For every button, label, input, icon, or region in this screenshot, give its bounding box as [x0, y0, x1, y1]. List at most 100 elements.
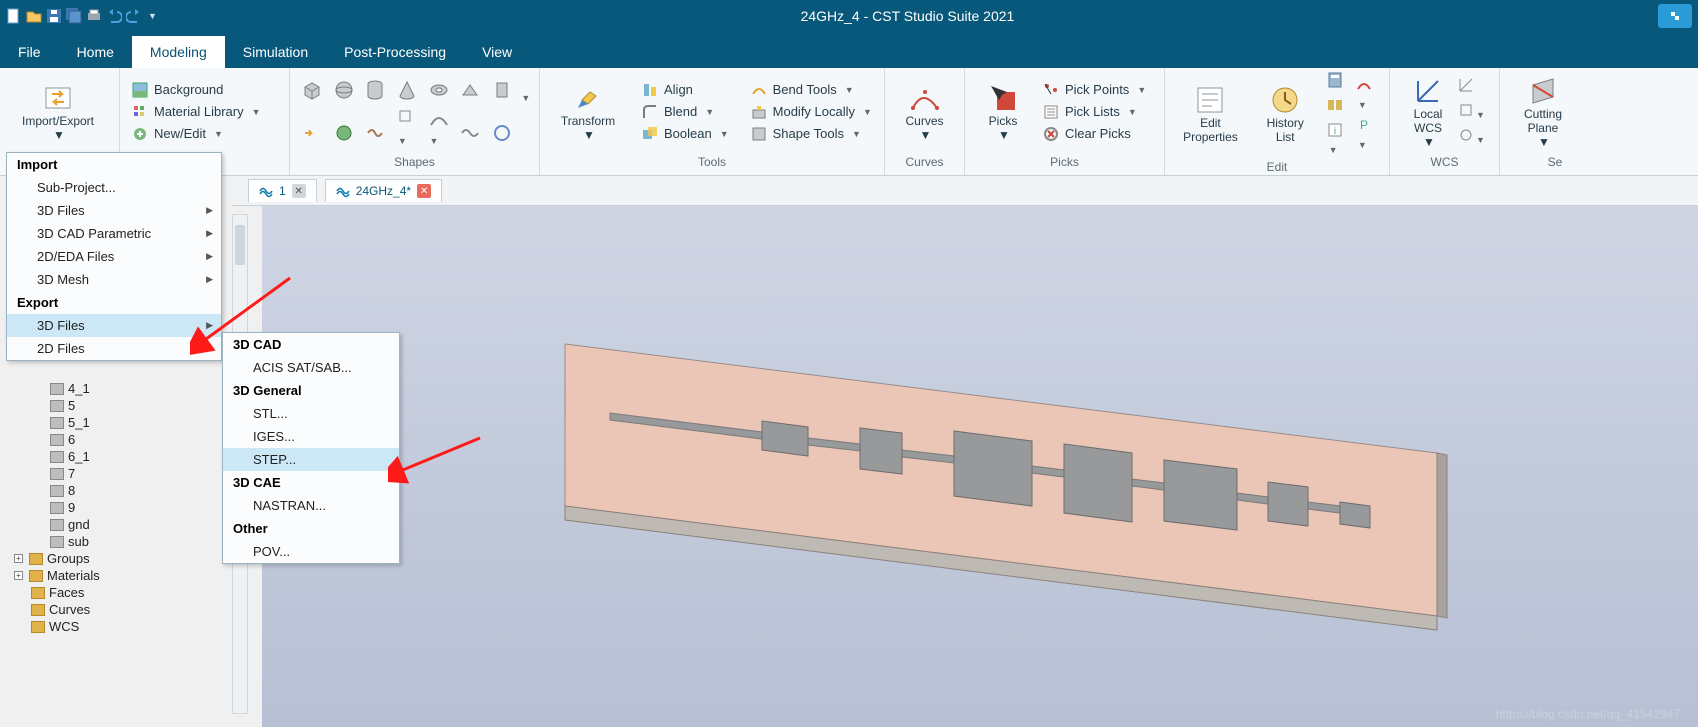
pick-points-button[interactable]: Pick Points▼ — [1039, 79, 1150, 101]
import-export-button[interactable]: Import/Export▼ — [8, 82, 108, 142]
tool-circle-icon[interactable] — [491, 122, 513, 144]
qat-dropdown-icon[interactable]: ▼ — [148, 11, 157, 21]
menu-item-iges[interactable]: IGES... — [223, 425, 399, 448]
transform-button[interactable]: Transform▼ — [548, 82, 628, 142]
shape-sphere-icon[interactable] — [333, 79, 355, 101]
menu-item-3d-mesh[interactable]: 3D Mesh▶ — [7, 268, 221, 291]
pick-lists-button[interactable]: Pick Lists▼ — [1039, 101, 1150, 123]
align-button[interactable]: Align — [638, 79, 733, 101]
parametric-icon[interactable]: P▼ — [1356, 117, 1381, 151]
tree-item[interactable]: 4_1 — [10, 380, 230, 397]
new-edit-button[interactable]: New/Edit▼ — [128, 123, 281, 145]
tab-home[interactable]: Home — [59, 36, 132, 68]
chevron-down-icon[interactable]: ▼ — [521, 93, 530, 103]
menu-item-export-3d-files[interactable]: 3D Files▶ — [7, 314, 221, 337]
open-file-icon[interactable] — [26, 8, 42, 24]
menu-item-2d-eda-files[interactable]: 2D/EDA Files▶ — [7, 245, 221, 268]
tree-item[interactable]: +Groups — [10, 550, 230, 567]
redo-icon[interactable] — [126, 8, 142, 24]
menu-item-stl[interactable]: STL... — [223, 402, 399, 425]
tool-dropdown1-icon[interactable]: ▼ — [396, 107, 418, 129]
tree-item[interactable]: WCS — [10, 618, 230, 635]
local-wcs-button[interactable]: Local WCS▼ — [1398, 75, 1458, 149]
bend-tools-button[interactable]: Bend Tools▼ — [747, 79, 876, 101]
info-icon[interactable]: i▼ — [1327, 122, 1352, 156]
clear-picks-button[interactable]: Clear Picks — [1039, 123, 1150, 145]
boolean-button[interactable]: Boolean▼ — [638, 123, 733, 145]
tree-item[interactable]: 6 — [10, 431, 230, 448]
tool-wire2-icon[interactable] — [459, 122, 481, 144]
menu-item-3d-cad-parametric[interactable]: 3D CAD Parametric▶ — [7, 222, 221, 245]
expand-icon[interactable]: + — [14, 554, 23, 563]
save-all-icon[interactable] — [66, 8, 82, 24]
doc-tab-2[interactable]: 24GHz_4* ✕ — [325, 179, 442, 202]
close-icon[interactable]: ✕ — [417, 184, 431, 198]
expand-icon[interactable]: + — [14, 571, 23, 580]
close-icon[interactable]: ✕ — [292, 184, 306, 198]
tree-item[interactable]: 5_1 — [10, 414, 230, 431]
menu-item-sub-project[interactable]: Sub-Project... — [7, 176, 221, 199]
parameters-icon[interactable] — [1327, 97, 1352, 116]
tree-item[interactable]: 5 — [10, 397, 230, 414]
tree-item[interactable]: Faces — [10, 584, 230, 601]
curves-button[interactable]: Curves▼ — [893, 82, 956, 142]
shape-cylinder-icon[interactable] — [364, 79, 386, 101]
menu-item-export-2d-files[interactable]: 2D Files▶ — [7, 337, 221, 360]
edit-properties-icon — [1194, 84, 1226, 116]
tree-item[interactable]: gnd — [10, 516, 230, 533]
wcs-fix-icon[interactable]: ▼ — [1458, 127, 1485, 146]
new-file-icon[interactable] — [6, 8, 22, 24]
menu-item-step[interactable]: STEP... — [223, 448, 399, 471]
tab-view[interactable]: View — [464, 36, 530, 68]
save-icon[interactable] — [46, 8, 62, 24]
shape-torus-icon[interactable] — [428, 79, 450, 101]
menu-item-pov[interactable]: POV... — [223, 540, 399, 563]
tree-item[interactable]: 6_1 — [10, 448, 230, 465]
bend-icon — [751, 82, 767, 98]
wcs-align-icon[interactable] — [1458, 77, 1485, 96]
cutting-plane-button[interactable]: Cutting Plane▼ — [1508, 75, 1578, 149]
cube-icon — [50, 400, 64, 412]
tab-post-processing[interactable]: Post-Processing — [326, 36, 464, 68]
tool-wire-icon[interactable] — [364, 122, 386, 144]
undo-icon[interactable] — [106, 8, 122, 24]
edit-properties-button[interactable]: Edit Properties — [1173, 84, 1248, 144]
tab-modeling[interactable]: Modeling — [132, 36, 225, 68]
navigation-tree[interactable]: 4_1 5 5_1 6 6_1 7 8 9 gnd sub +Groups +M… — [10, 380, 230, 635]
calculator-icon[interactable] — [1327, 72, 1352, 91]
tree-item[interactable]: 8 — [10, 482, 230, 499]
tree-item[interactable]: +Materials — [10, 567, 230, 584]
shape-rotate-icon[interactable] — [491, 79, 513, 101]
tool-bend-icon[interactable] — [301, 122, 323, 144]
blend-button[interactable]: Blend▼ — [638, 101, 733, 123]
shape-cone-icon[interactable] — [396, 79, 418, 101]
modify-locally-button[interactable]: Modify Locally▼ — [747, 101, 876, 123]
picks-button[interactable]: Picks▼ — [973, 82, 1033, 142]
cube-icon — [50, 468, 64, 480]
folder-icon — [29, 553, 43, 565]
tree-item[interactable]: 7 — [10, 465, 230, 482]
tool-pick-icon[interactable] — [333, 122, 355, 144]
wcs-transform-icon[interactable]: ▼ — [1458, 102, 1485, 121]
background-button[interactable]: Background — [128, 79, 281, 101]
modify-icon — [751, 104, 767, 120]
doc-tab-1[interactable]: 1 ✕ — [248, 179, 317, 202]
tool-spline-icon[interactable]: ▼ — [428, 107, 450, 129]
wave-icon — [336, 184, 350, 198]
folder-icon — [29, 570, 43, 582]
shape-extrude-icon[interactable] — [459, 79, 481, 101]
tree-item[interactable]: 9 — [10, 499, 230, 516]
material-library-button[interactable]: Material Library▼ — [128, 101, 281, 123]
tab-file[interactable]: File — [0, 36, 59, 68]
curve-tool-icon[interactable]: ▼ — [1356, 77, 1381, 111]
app-badge-icon[interactable] — [1658, 4, 1692, 28]
menu-item-3d-files[interactable]: 3D Files▶ — [7, 199, 221, 222]
tree-item[interactable]: Curves — [10, 601, 230, 618]
print-icon[interactable] — [86, 8, 102, 24]
history-list-button[interactable]: History List — [1248, 84, 1323, 144]
shape-brick-icon[interactable] — [301, 79, 323, 101]
tree-item[interactable]: sub — [10, 533, 230, 550]
menu-item-nastran[interactable]: NASTRAN... — [223, 494, 399, 517]
tab-simulation[interactable]: Simulation — [225, 36, 326, 68]
shape-tools-button[interactable]: Shape Tools▼ — [747, 123, 876, 145]
